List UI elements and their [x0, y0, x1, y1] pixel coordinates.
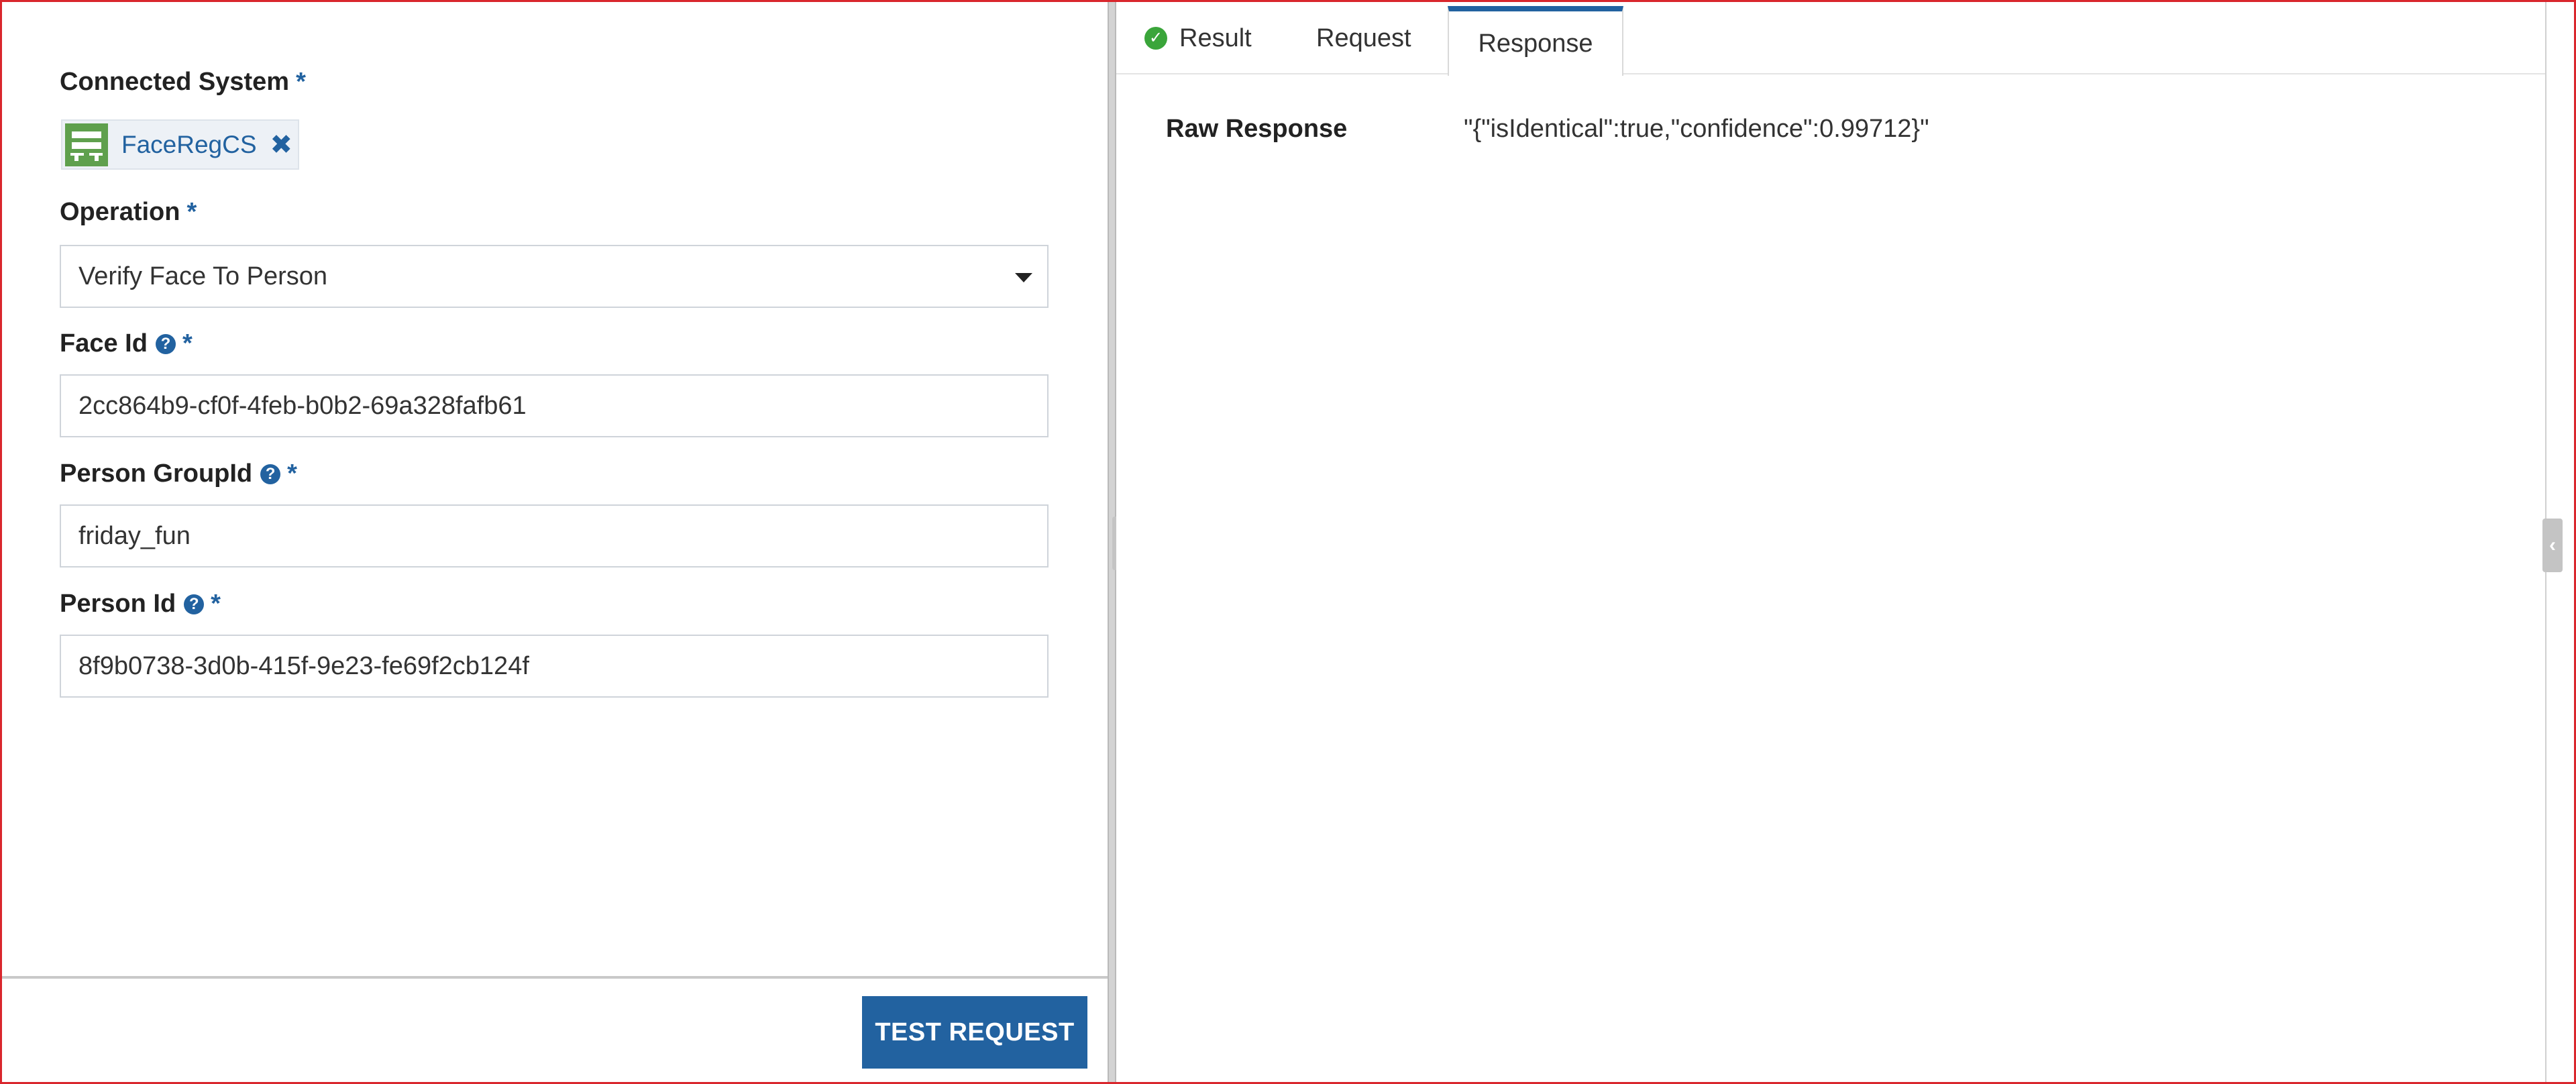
- person-id-label: Person Id ? *: [60, 590, 221, 618]
- connected-system-chip[interactable]: FaceRegCS ✖: [61, 119, 299, 170]
- person-group-id-value: friday_fun: [78, 521, 191, 550]
- operation-label: Operation *: [60, 198, 197, 227]
- person-id-label-text: Person Id: [60, 590, 176, 618]
- person-group-id-label-text: Person GroupId: [60, 459, 253, 488]
- connected-system-label: Connected System *: [60, 68, 306, 97]
- operation-label-text: Operation: [60, 198, 180, 226]
- person-id-value: 8f9b0738-3d0b-415f-9e23-fe69f2cb124f: [78, 651, 529, 680]
- person-group-id-label: Person GroupId ? *: [60, 459, 297, 488]
- tab-result[interactable]: ✓ Result: [1144, 2, 1279, 74]
- test-request-button[interactable]: TEST REQUEST: [862, 996, 1087, 1069]
- required-mark: *: [287, 459, 297, 488]
- configuration-panel: Connected System * FaceRegCS ✖ Operation…: [2, 2, 1108, 1082]
- help-icon[interactable]: ?: [155, 333, 176, 354]
- footer-divider: [2, 976, 1108, 979]
- check-circle-icon: ✓: [1144, 27, 1167, 50]
- results-panel: ✓ Result Request Response Raw Response "…: [1116, 2, 2574, 1082]
- face-id-label: Face Id ? *: [60, 329, 193, 358]
- collapse-right-handle[interactable]: ‹: [2542, 519, 2563, 572]
- face-id-label-text: Face Id: [60, 329, 148, 358]
- close-icon[interactable]: ✖: [270, 129, 293, 160]
- tab-response-label: Response: [1478, 29, 1593, 58]
- tab-bar: ✓ Result Request Response: [1116, 2, 2545, 76]
- chevron-down-icon[interactable]: [1015, 273, 1032, 282]
- tab-result-label: Result: [1179, 23, 1252, 52]
- required-mark: *: [186, 198, 197, 226]
- raw-response-label: Raw Response: [1166, 115, 1348, 143]
- operation-selected-value: Verify Face To Person: [78, 262, 328, 290]
- help-icon[interactable]: ?: [184, 594, 205, 614]
- operation-select[interactable]: Verify Face To Person: [60, 245, 1049, 308]
- connected-system-icon: [65, 123, 108, 166]
- required-mark: *: [182, 329, 193, 358]
- required-mark: *: [296, 68, 306, 96]
- raw-response-value: "{"isIdentical":true,"confidence":0.9971…: [1464, 115, 1929, 143]
- tab-response[interactable]: Response: [1448, 6, 1623, 76]
- tab-request-label: Request: [1316, 23, 1411, 52]
- connected-system-name[interactable]: FaceRegCS: [121, 131, 257, 159]
- face-id-input[interactable]: 2cc864b9-cf0f-4feb-b0b2-69a328fafb61: [60, 374, 1049, 437]
- tab-request[interactable]: Request: [1316, 2, 1437, 74]
- person-id-input[interactable]: 8f9b0738-3d0b-415f-9e23-fe69f2cb124f: [60, 635, 1049, 698]
- required-mark: *: [211, 590, 221, 618]
- person-group-id-input[interactable]: friday_fun: [60, 504, 1049, 567]
- chevron-left-icon: ‹: [2549, 534, 2556, 556]
- face-id-value: 2cc864b9-cf0f-4feb-b0b2-69a328fafb61: [78, 391, 527, 420]
- connected-system-label-text: Connected System: [60, 68, 290, 96]
- help-icon[interactable]: ?: [260, 464, 281, 484]
